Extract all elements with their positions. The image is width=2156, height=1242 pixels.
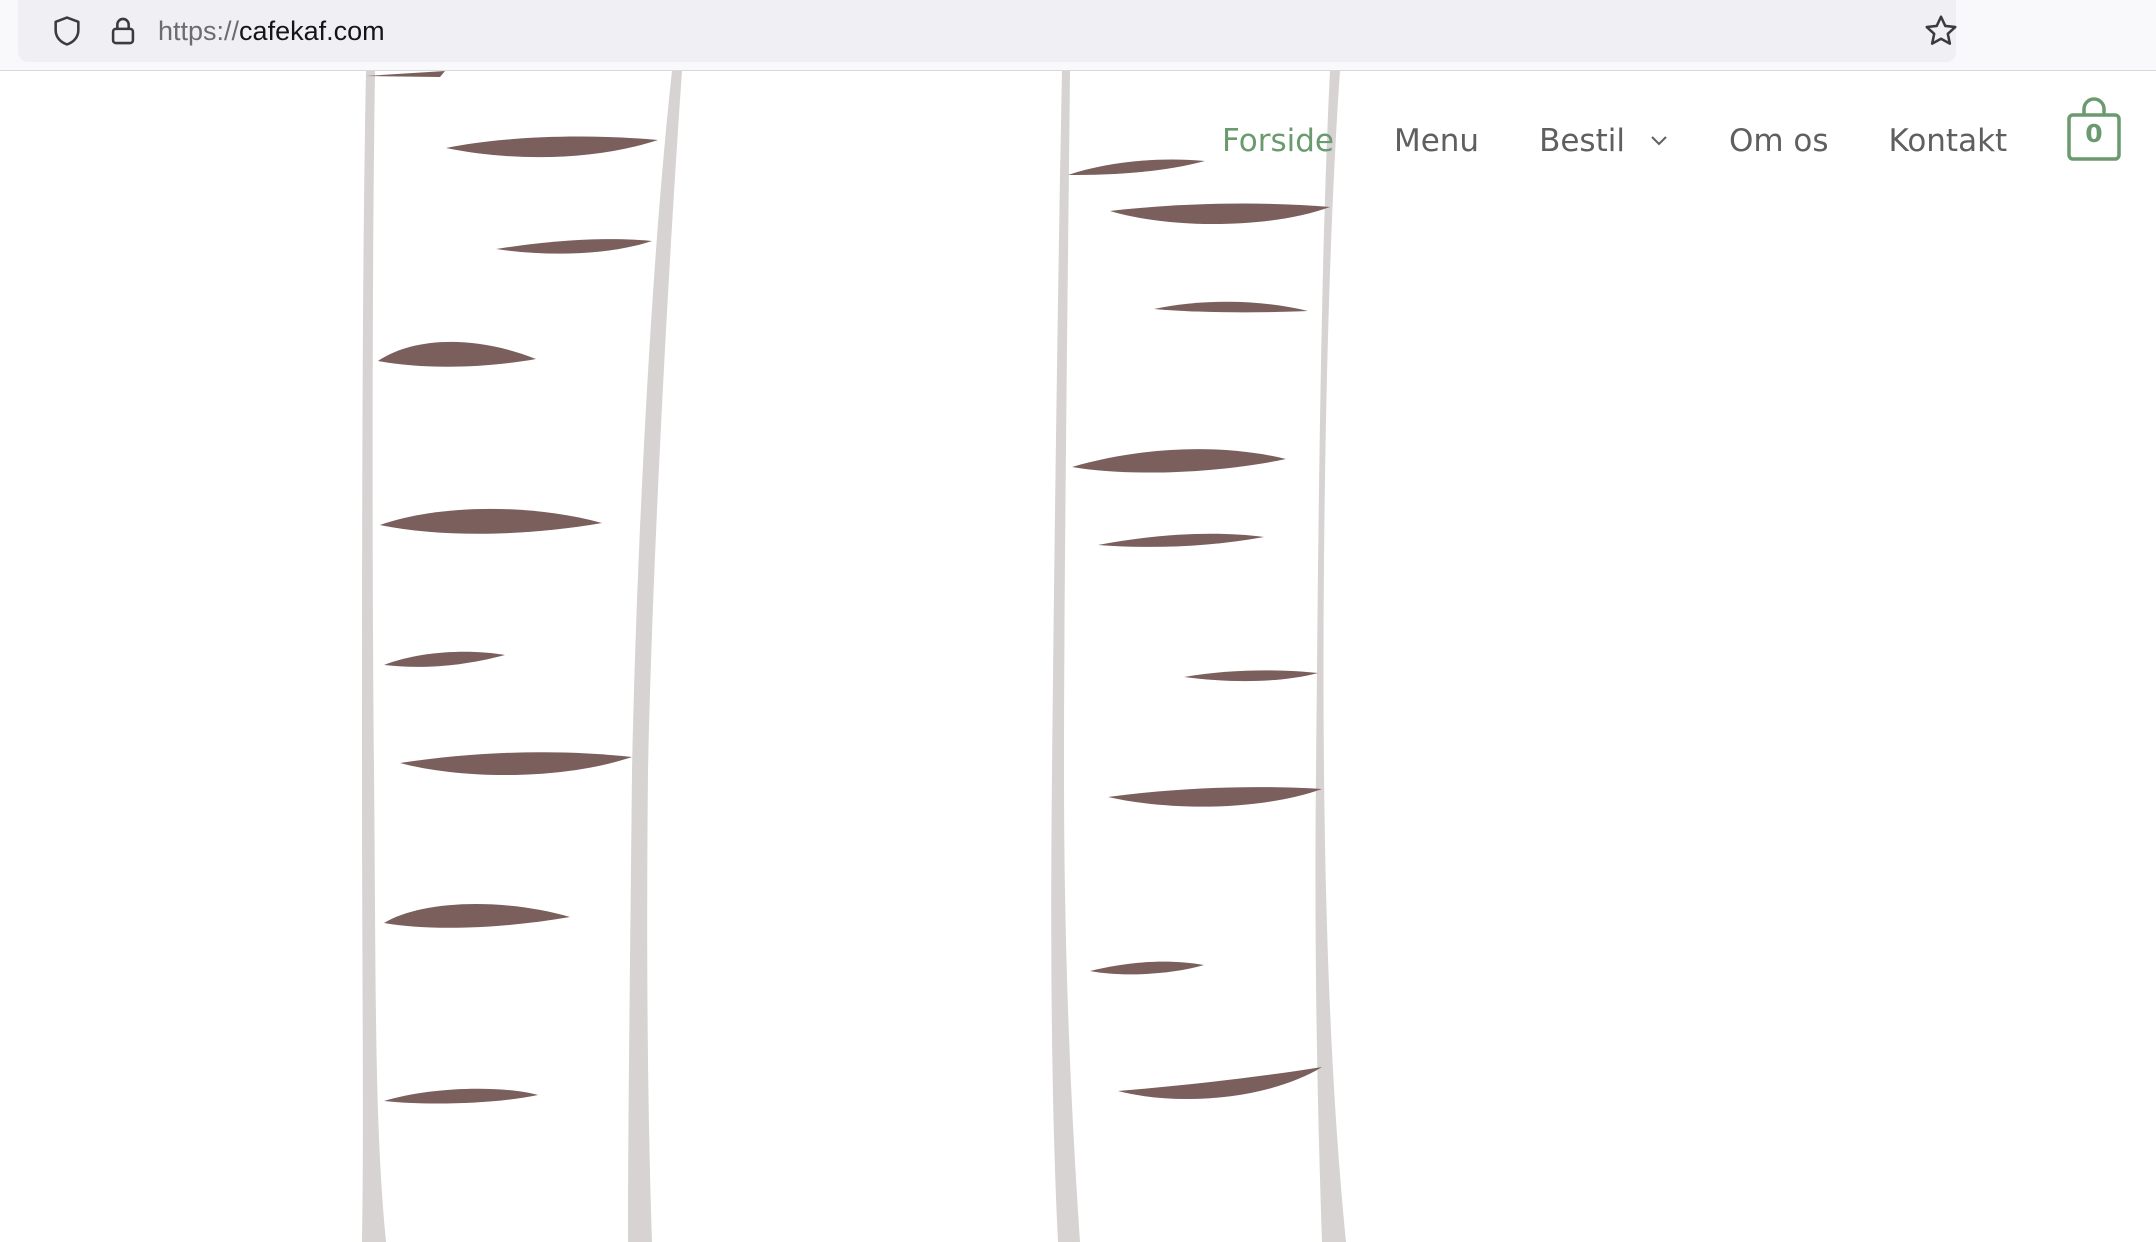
nav-item-kontakt[interactable]: Kontakt <box>1889 123 2008 159</box>
main-navigation: Forside Menu Bestil Om os Kontakt <box>1222 111 2007 171</box>
birch-trees-illustration <box>362 71 1346 1242</box>
nav-item-bestil[interactable]: Bestil <box>1539 123 1669 159</box>
nav-item-forside[interactable]: Forside <box>1222 123 1334 159</box>
star-icon[interactable] <box>1922 12 1960 50</box>
nav-item-bestil-label: Bestil <box>1539 123 1625 159</box>
browser-toolbar: https://cafekaf.com <box>0 0 2156 71</box>
address-bar[interactable]: https://cafekaf.com <box>18 0 1957 62</box>
url-text[interactable]: https://cafekaf.com <box>158 13 385 49</box>
nav-item-om-os[interactable]: Om os <box>1729 123 1829 159</box>
shield-icon[interactable] <box>50 14 84 48</box>
chevron-down-icon <box>1651 136 1667 146</box>
url-scheme: https:// <box>158 16 240 46</box>
url-host: cafekaf.com <box>239 16 385 46</box>
nav-item-menu[interactable]: Menu <box>1394 123 1479 159</box>
page-content: Forside Menu Bestil Om os Kontakt 0 <box>0 71 2156 1242</box>
birch-bark-marks <box>366 71 1330 1104</box>
cart-count: 0 <box>2085 119 2103 148</box>
cart-button[interactable]: 0 <box>2066 97 2122 163</box>
lock-icon[interactable] <box>106 14 140 48</box>
